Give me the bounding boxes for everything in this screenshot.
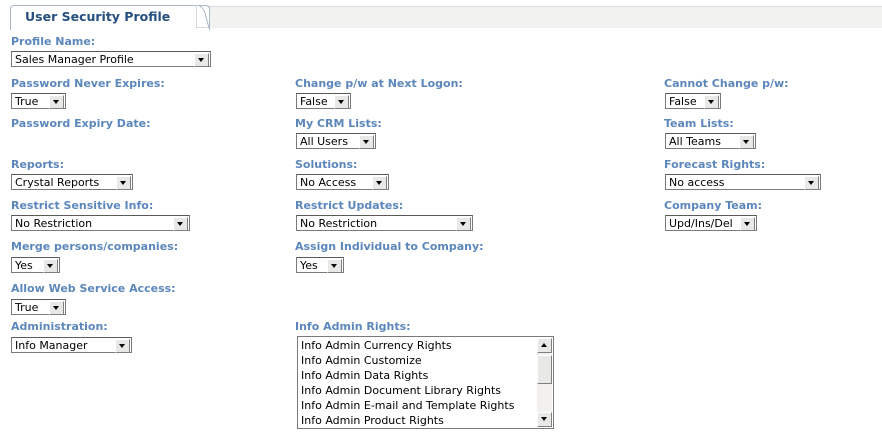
restrict-sensitive-info-label: Restrict Sensitive Info: [11, 199, 154, 212]
tab-corner [196, 5, 210, 28]
solutions-label: Solutions: [295, 158, 358, 171]
assign-individual-value: Yes [300, 259, 318, 272]
chevron-down-icon[interactable] [739, 135, 754, 149]
my-crm-lists-value: All Users [300, 135, 348, 148]
tab-strip-background [209, 6, 882, 28]
restrict-updates-value: No Restriction [300, 217, 378, 230]
administration-label: Administration: [11, 320, 108, 333]
change-pw-next-logon-value: False [300, 95, 328, 108]
assign-individual-label: Assign Individual to Company: [295, 240, 484, 253]
restrict-sensitive-info-select[interactable]: No Restriction [11, 215, 190, 231]
merge-persons-companies-select[interactable]: Yes [11, 257, 60, 273]
list-item[interactable]: Info Admin E-mail and Template Rights [301, 399, 514, 413]
arrow-down-icon[interactable] [537, 412, 552, 427]
chevron-down-icon[interactable] [372, 176, 387, 190]
restrict-updates-label: Restrict Updates: [295, 199, 404, 212]
listbox-scrollbar[interactable] [537, 338, 552, 427]
info-admin-rights-label: Info Admin Rights: [295, 320, 411, 333]
tab-user-security-profile[interactable]: User Security Profile [10, 5, 210, 30]
change-pw-next-logon-select[interactable]: False [296, 93, 351, 109]
chevron-down-icon[interactable] [327, 259, 342, 273]
allow-web-service-select[interactable]: True [11, 299, 66, 315]
solutions-select[interactable]: No Access [296, 174, 389, 190]
chevron-down-icon[interactable] [359, 135, 374, 149]
reports-label: Reports: [11, 158, 64, 171]
team-lists-label: Team Lists: [664, 117, 734, 130]
chevron-down-icon[interactable] [194, 53, 209, 67]
password-expiry-date-label: Password Expiry Date: [11, 117, 151, 130]
team-lists-value: All Teams [669, 135, 721, 148]
chevron-down-icon[interactable] [704, 95, 719, 109]
profile-name-label: Profile Name: [11, 35, 96, 48]
chevron-down-icon[interactable] [334, 95, 349, 109]
forecast-rights-value: No access [669, 176, 725, 189]
list-item[interactable]: Info Admin Currency Rights [301, 339, 452, 353]
merge-persons-companies-label: Merge persons/companies: [11, 240, 179, 253]
administration-value: Info Manager [15, 339, 88, 352]
cannot-change-pw-value: False [669, 95, 697, 108]
company-team-label: Company Team: [664, 199, 763, 212]
list-item[interactable]: Info Admin Data Rights [301, 369, 428, 383]
chevron-down-icon[interactable] [116, 176, 131, 190]
chevron-down-icon[interactable] [740, 217, 755, 231]
arrow-up-icon[interactable] [537, 338, 552, 353]
restrict-sensitive-info-value: No Restriction [15, 217, 93, 230]
profile-name-field: Profile Name: [11, 35, 95, 48]
tab-bar: User Security Profile [0, 0, 882, 30]
reports-select[interactable]: Crystal Reports [11, 174, 133, 190]
chevron-down-icon[interactable] [456, 217, 471, 231]
profile-name-value: Sales Manager Profile [15, 53, 134, 66]
chevron-down-icon[interactable] [804, 176, 819, 190]
profile-name-select[interactable]: Sales Manager Profile [11, 51, 211, 67]
password-never-expires-label: Password Never Expires: [11, 77, 165, 90]
solutions-value: No Access [300, 176, 357, 189]
allow-web-service-value: True [15, 301, 39, 314]
assign-individual-select[interactable]: Yes [296, 257, 344, 273]
chevron-down-icon[interactable] [49, 301, 64, 315]
cannot-change-pw-label: Cannot Change p/w: [664, 77, 789, 90]
company-team-select[interactable]: Upd/Ins/Del [665, 215, 757, 231]
chevron-down-icon[interactable] [115, 339, 130, 353]
password-never-expires-select[interactable]: True [11, 93, 66, 109]
info-admin-rights-listbox[interactable]: Info Admin Currency Rights Info Admin Cu… [297, 336, 554, 429]
reports-value: Crystal Reports [15, 176, 100, 189]
forecast-rights-select[interactable]: No access [665, 174, 821, 190]
chevron-down-icon[interactable] [43, 259, 58, 273]
allow-web-service-label: Allow Web Service Access: [11, 282, 176, 295]
administration-select[interactable]: Info Manager [11, 337, 132, 353]
chevron-down-icon[interactable] [173, 217, 188, 231]
merge-persons-companies-value: Yes [15, 259, 33, 272]
team-lists-select[interactable]: All Teams [665, 133, 756, 149]
list-item[interactable]: Info Admin Customize [301, 354, 422, 368]
forecast-rights-label: Forecast Rights: [664, 158, 766, 171]
chevron-down-icon[interactable] [49, 95, 64, 109]
list-item[interactable]: Info Admin Product Rights [301, 414, 444, 428]
change-pw-next-logon-label: Change p/w at Next Logon: [295, 77, 463, 90]
password-never-expires-value: True [15, 95, 39, 108]
my-crm-lists-label: My CRM Lists: [295, 117, 382, 130]
company-team-value: Upd/Ins/Del [669, 217, 733, 230]
list-item[interactable]: Info Admin Document Library Rights [301, 384, 501, 398]
scrollbar-thumb[interactable] [537, 355, 552, 384]
tab-title: User Security Profile [25, 9, 171, 24]
my-crm-lists-select[interactable]: All Users [296, 133, 376, 149]
cannot-change-pw-select[interactable]: False [665, 93, 721, 109]
restrict-updates-select[interactable]: No Restriction [296, 215, 473, 231]
